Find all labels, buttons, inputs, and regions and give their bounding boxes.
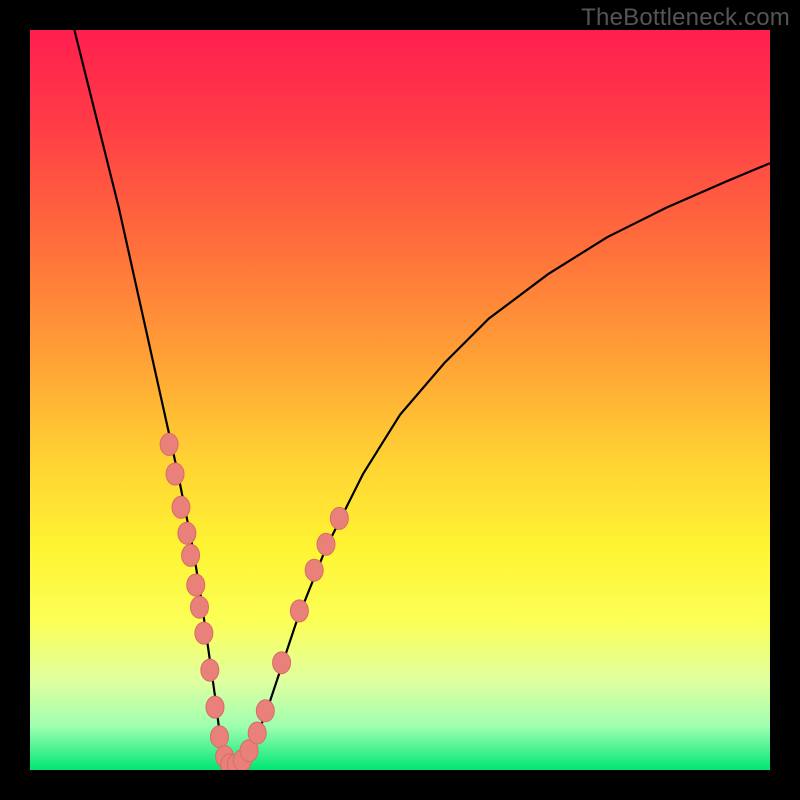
marker-dot	[187, 574, 205, 596]
marker-dot	[172, 496, 190, 518]
watermark-text: TheBottleneck.com	[581, 4, 790, 32]
gradient-background	[30, 30, 770, 770]
marker-dot	[305, 559, 323, 581]
marker-dot	[248, 722, 266, 744]
marker-dot	[290, 600, 308, 622]
marker-dot	[330, 507, 348, 529]
marker-dot	[182, 544, 200, 566]
marker-dot	[190, 596, 208, 618]
marker-dot	[317, 533, 335, 555]
marker-dot	[160, 433, 178, 455]
outer-frame: TheBottleneck.com	[0, 0, 800, 800]
marker-dot	[178, 522, 196, 544]
plot-area	[30, 30, 770, 770]
marker-dot	[273, 652, 291, 674]
marker-dot	[201, 659, 219, 681]
marker-dot	[166, 463, 184, 485]
marker-dot	[256, 700, 274, 722]
marker-dot	[206, 696, 224, 718]
marker-dot	[195, 622, 213, 644]
bottleneck-chart	[30, 30, 770, 770]
marker-dot	[210, 726, 228, 748]
